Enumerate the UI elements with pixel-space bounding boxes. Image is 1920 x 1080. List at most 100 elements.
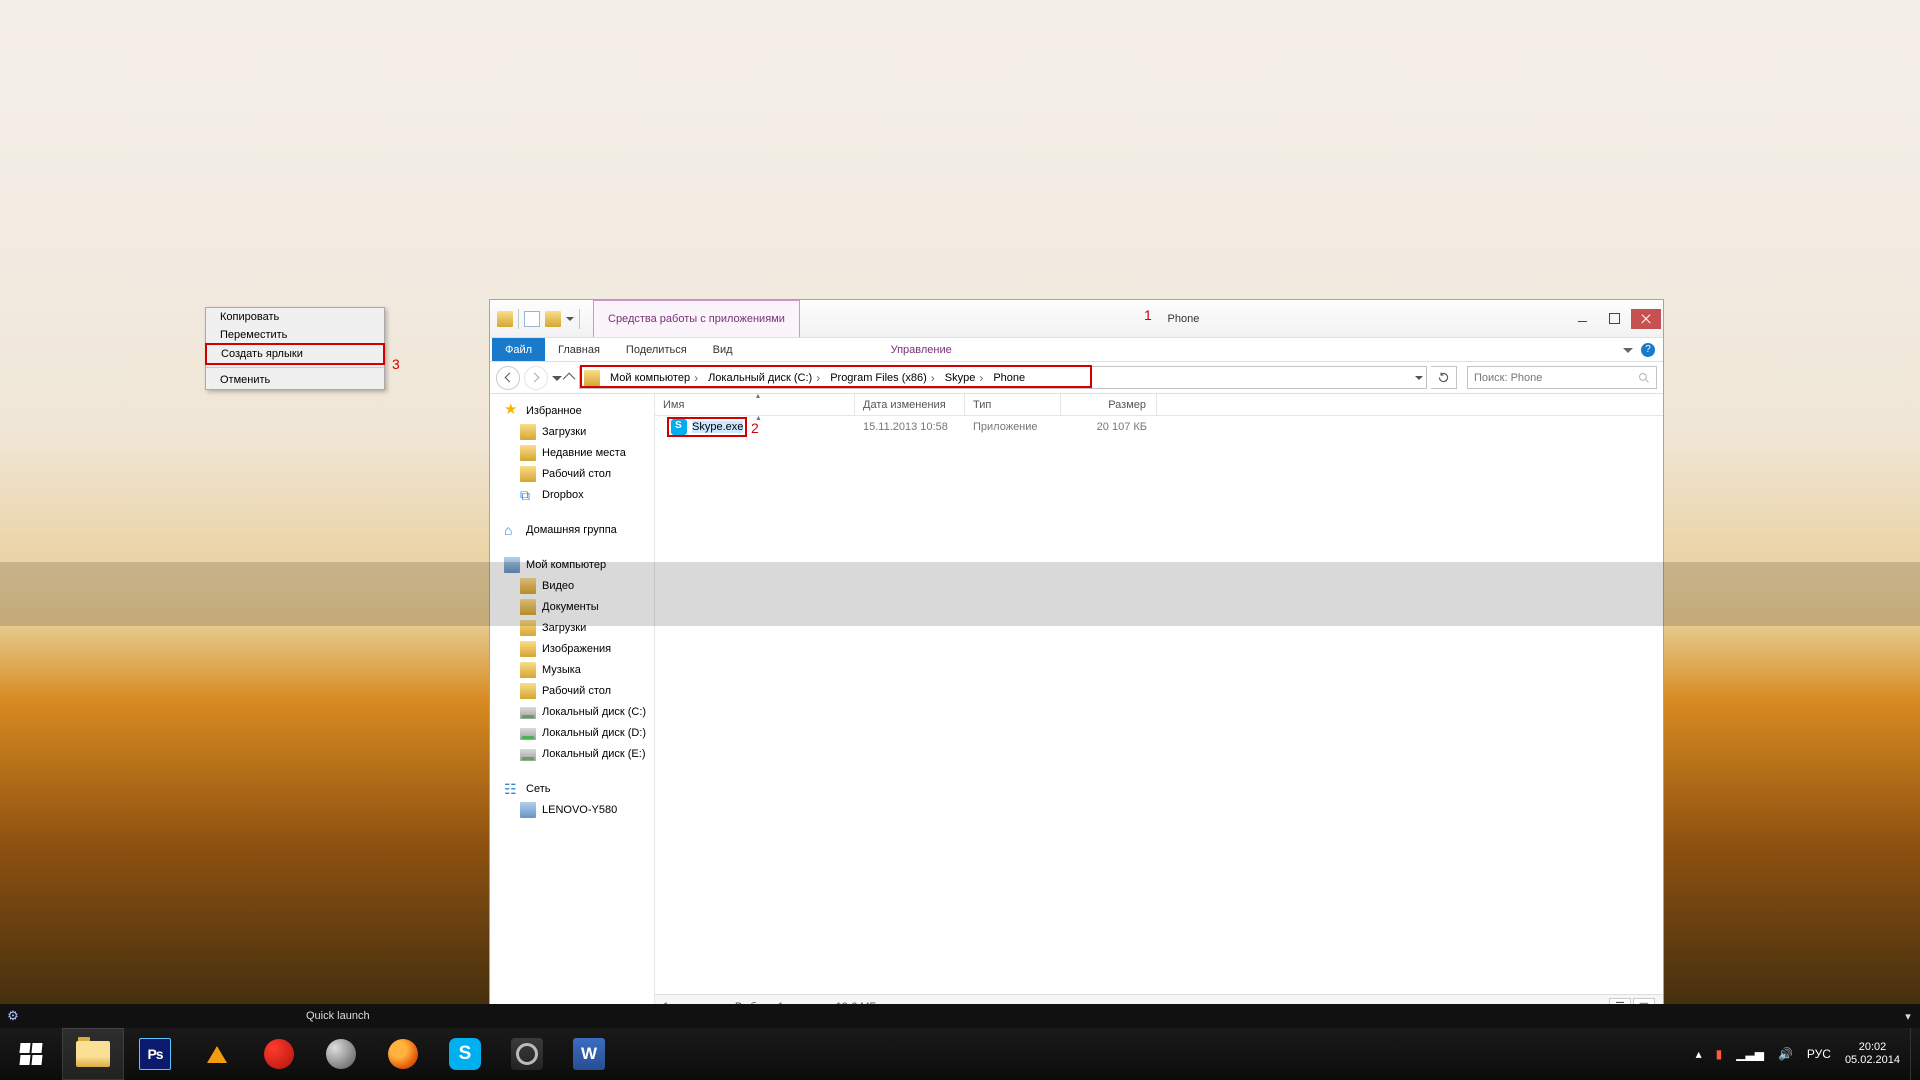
address-bar[interactable]: Мой компьютер Локальный диск (C:) Progra… <box>579 366 1427 389</box>
close-button[interactable] <box>1631 309 1661 329</box>
nav-downloads[interactable]: Загрузки <box>490 421 654 442</box>
history-dropdown-icon[interactable] <box>552 376 562 386</box>
tray-network-icon[interactable]: ▁▃▅ <box>1736 1047 1764 1061</box>
ctx-move[interactable]: Переместить <box>206 326 384 344</box>
tray-battery-icon[interactable]: ▮ <box>1716 1047 1723 1061</box>
search-placeholder: Поиск: Phone <box>1474 372 1542 384</box>
address-dropdown-icon[interactable] <box>1412 367 1426 388</box>
tray-volume-icon[interactable]: 🔊 <box>1778 1047 1793 1061</box>
taskbar-explorer[interactable] <box>62 1028 124 1080</box>
taskbar-photoshop[interactable]: Ps <box>124 1028 186 1080</box>
nav-dropbox[interactable]: ⧉Dropbox <box>490 484 654 505</box>
tab-view[interactable]: Вид <box>700 338 746 361</box>
tab-home[interactable]: Главная <box>545 338 613 361</box>
qat-newfolder-icon[interactable] <box>545 311 561 327</box>
nav-videos[interactable]: Видео <box>490 575 654 596</box>
show-desktop-button[interactable] <box>1910 1028 1920 1080</box>
dock-collapse-icon[interactable]: ▾ <box>1901 1009 1915 1023</box>
search-input[interactable]: Поиск: Phone <box>1467 366 1657 389</box>
search-icon <box>1638 372 1650 384</box>
minimize-button[interactable] <box>1567 309 1597 329</box>
taskbar-firefox[interactable] <box>372 1028 434 1080</box>
taskbar-aimp[interactable] <box>186 1028 248 1080</box>
ctx-copy[interactable]: Копировать <box>206 308 384 326</box>
file-row-skype-exe[interactable]: Skype.exe 15.11.2013 10:58 Приложение 20… <box>655 416 1663 438</box>
separator <box>579 309 580 329</box>
nav-pictures[interactable]: Изображения <box>490 638 654 659</box>
tab-manage[interactable]: Управление <box>878 338 965 361</box>
nav-downloads2[interactable]: Загрузки <box>490 617 654 638</box>
ribbon-tabs: Файл Главная Поделиться Вид Управление ? <box>490 338 1663 362</box>
qat-dropdown-icon[interactable] <box>566 317 574 325</box>
system-tray[interactable]: ▴ ▮ ▁▃▅ 🔊 РУС 20:0205.02.2014 <box>1696 1041 1910 1067</box>
col-size[interactable]: Размер <box>1061 394 1157 415</box>
forward-button[interactable] <box>524 366 548 390</box>
drag-context-menu: Копировать Переместить Создать ярлыки От… <box>205 307 385 390</box>
refresh-button[interactable] <box>1431 366 1457 389</box>
tab-file[interactable]: Файл <box>492 338 545 361</box>
nav-drive-c[interactable]: Локальный диск (C:) <box>490 701 654 722</box>
ctx-cancel[interactable]: Отменить <box>206 371 384 389</box>
crumb-phone[interactable]: Phone <box>987 367 1027 388</box>
nav-pane[interactable]: ★Избранное Загрузки Недавние места Рабоч… <box>490 394 655 1018</box>
nav-network[interactable]: ☷Сеть <box>490 778 654 799</box>
dock-settings-icon[interactable]: ⚙ <box>0 1004 26 1028</box>
help-icon[interactable]: ? <box>1641 343 1655 357</box>
col-type[interactable]: Тип <box>965 394 1061 415</box>
back-button[interactable] <box>496 366 520 390</box>
tray-clock[interactable]: 20:0205.02.2014 <box>1845 1041 1900 1067</box>
tray-language[interactable]: РУС <box>1807 1047 1831 1061</box>
ribbon-expand-icon[interactable] <box>1623 348 1633 358</box>
system-menu-icon[interactable] <box>497 311 513 327</box>
column-headers[interactable]: Имя Дата изменения Тип Размер <box>655 394 1663 416</box>
taskbar-word[interactable]: W <box>558 1028 620 1080</box>
window-title: Phone <box>800 313 1567 325</box>
file-name: Skype.exe <box>692 421 743 433</box>
nav-homegroup[interactable]: ⌂Домашняя группа <box>490 519 654 540</box>
tab-share[interactable]: Поделиться <box>613 338 700 361</box>
nav-favorites[interactable]: ★Избранное <box>490 400 654 421</box>
ctx-create-shortcut[interactable]: Создать ярлыки <box>205 343 385 365</box>
taskbar-opera-next[interactable] <box>310 1028 372 1080</box>
nav-documents[interactable]: Документы <box>490 596 654 617</box>
crumb-skype[interactable]: Skype <box>939 367 988 388</box>
tray-overflow-icon[interactable]: ▴ <box>1696 1047 1702 1061</box>
file-type: Приложение <box>965 416 1061 438</box>
annotation-1: 1 <box>1144 307 1152 323</box>
crumb-progfiles[interactable]: Program Files (x86) <box>824 367 939 388</box>
annotation-3: 3 <box>392 356 400 372</box>
col-date[interactable]: Дата изменения <box>855 394 965 415</box>
dock-strip[interactable]: ⚙ Quick launch ▾ <box>0 1004 1920 1028</box>
titlebar[interactable]: Средства работы с приложениями Phone <box>490 300 1663 338</box>
nav-desktop[interactable]: Рабочий стол <box>490 463 654 484</box>
col-name[interactable]: Имя <box>655 394 855 415</box>
file-list[interactable]: Имя Дата изменения Тип Размер Skype.exe <box>655 394 1663 1018</box>
nav-row: Мой компьютер Локальный диск (C:) Progra… <box>490 362 1663 394</box>
up-button[interactable] <box>563 373 576 386</box>
taskbar-skype[interactable]: S <box>434 1028 496 1080</box>
crumb-drive-c[interactable]: Локальный диск (C:) <box>702 367 824 388</box>
start-button[interactable] <box>0 1028 62 1080</box>
crumb-pc[interactable]: Мой компьютер <box>604 367 702 388</box>
taskbar[interactable]: Ps S W ▴ ▮ ▁▃▅ 🔊 РУС 20:0205.02.2014 <box>0 1028 1920 1080</box>
file-date: 15.11.2013 10:58 <box>855 416 965 438</box>
nav-music[interactable]: Музыка <box>490 659 654 680</box>
annotation-2: 2 <box>751 420 759 436</box>
skype-exe-icon <box>671 419 687 435</box>
explorer-window: Средства работы с приложениями Phone Фай… <box>489 299 1664 1019</box>
taskbar-opera[interactable] <box>248 1028 310 1080</box>
file-size: 20 107 КБ <box>1061 416 1157 438</box>
nav-computer[interactable]: Мой компьютер <box>490 554 654 575</box>
desktop[interactable]: Копировать Переместить Создать ярлыки От… <box>0 0 1920 1080</box>
quick-launch-label[interactable]: Quick launch <box>306 1010 370 1022</box>
nav-recent[interactable]: Недавние места <box>490 442 654 463</box>
nav-desktop2[interactable]: Рабочий стол <box>490 680 654 701</box>
maximize-button[interactable] <box>1599 309 1629 329</box>
location-icon[interactable] <box>584 370 600 386</box>
qat-properties-icon[interactable] <box>524 311 540 327</box>
taskbar-steam[interactable] <box>496 1028 558 1080</box>
separator <box>518 309 519 329</box>
nav-drive-d[interactable]: Локальный диск (D:) <box>490 722 654 743</box>
nav-network-pc[interactable]: LENOVO-Y580 <box>490 799 654 820</box>
nav-drive-e[interactable]: Локальный диск (E:) <box>490 743 654 764</box>
